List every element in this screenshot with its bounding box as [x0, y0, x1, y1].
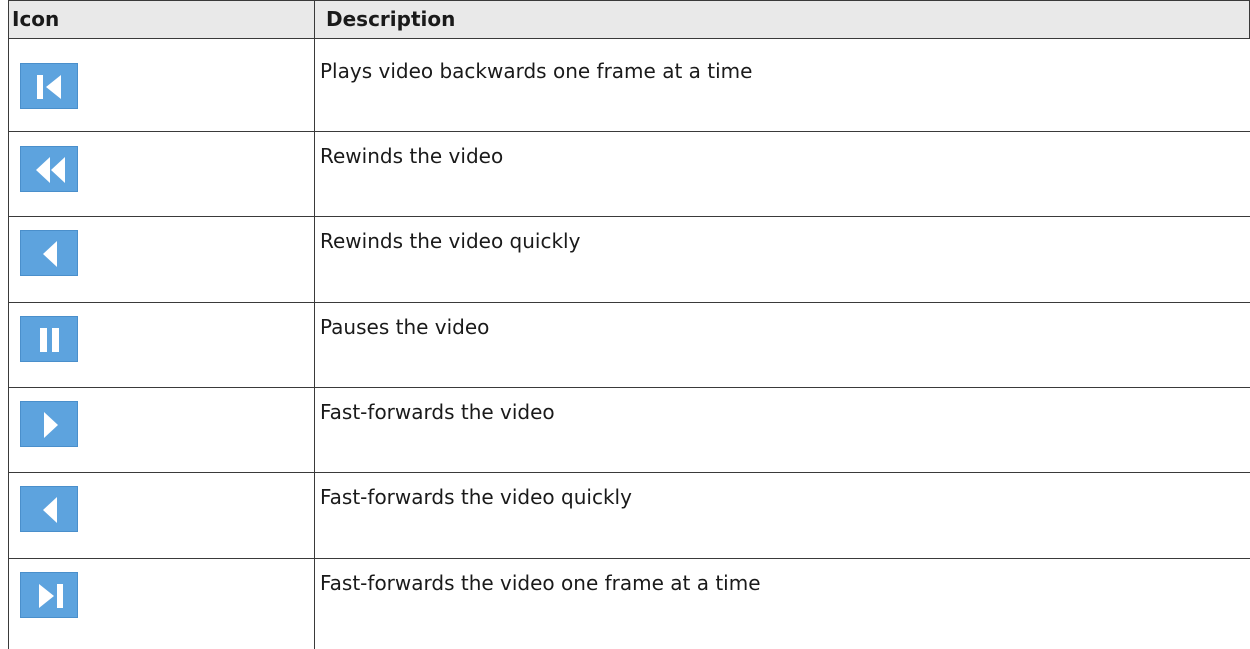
frame-backward-glyph [37, 75, 61, 99]
fast-forward-glyph [44, 412, 58, 438]
table-row: Fast-forwards the video [8, 388, 1250, 473]
table-row: Rewinds the video [8, 132, 1250, 217]
pause-glyph [40, 328, 59, 352]
row-description: Fast-forwards the video one frame at a t… [320, 571, 761, 595]
row-description: Pauses the video [320, 315, 490, 339]
rewind-quick-glyph [43, 241, 57, 267]
header-icon-column: Icon [12, 7, 60, 31]
fast-forward-icon [20, 401, 78, 447]
row-description: Fast-forwards the video quickly [320, 485, 632, 509]
rewind-icon [20, 146, 78, 192]
fast-forward-quick-glyph [43, 497, 57, 523]
table-row: Fast-forwards the video one frame at a t… [8, 559, 1250, 649]
row-description: Rewinds the video quickly [320, 229, 581, 253]
frame-forward-icon [20, 572, 78, 618]
icon-description-table: Icon Description Plays video backwards o… [8, 0, 1250, 649]
table-row: Pauses the video [8, 303, 1250, 388]
table-header-row: Icon Description [8, 0, 1250, 39]
table-row: Plays video backwards one frame at a tim… [8, 39, 1250, 132]
row-description: Fast-forwards the video [320, 400, 555, 424]
header-description-column: Description [326, 7, 456, 31]
frame-forward-glyph [39, 584, 63, 608]
fast-forward-quick-icon [20, 486, 78, 532]
rewind-glyph [36, 157, 65, 183]
frame-backward-icon [20, 63, 78, 109]
rewind-quick-icon [20, 230, 78, 276]
pause-icon [20, 316, 78, 362]
row-description: Rewinds the video [320, 144, 504, 168]
table-row: Rewinds the video quickly [8, 217, 1250, 303]
row-description: Plays video backwards one frame at a tim… [320, 59, 753, 83]
table-row: Fast-forwards the video quickly [8, 473, 1250, 559]
